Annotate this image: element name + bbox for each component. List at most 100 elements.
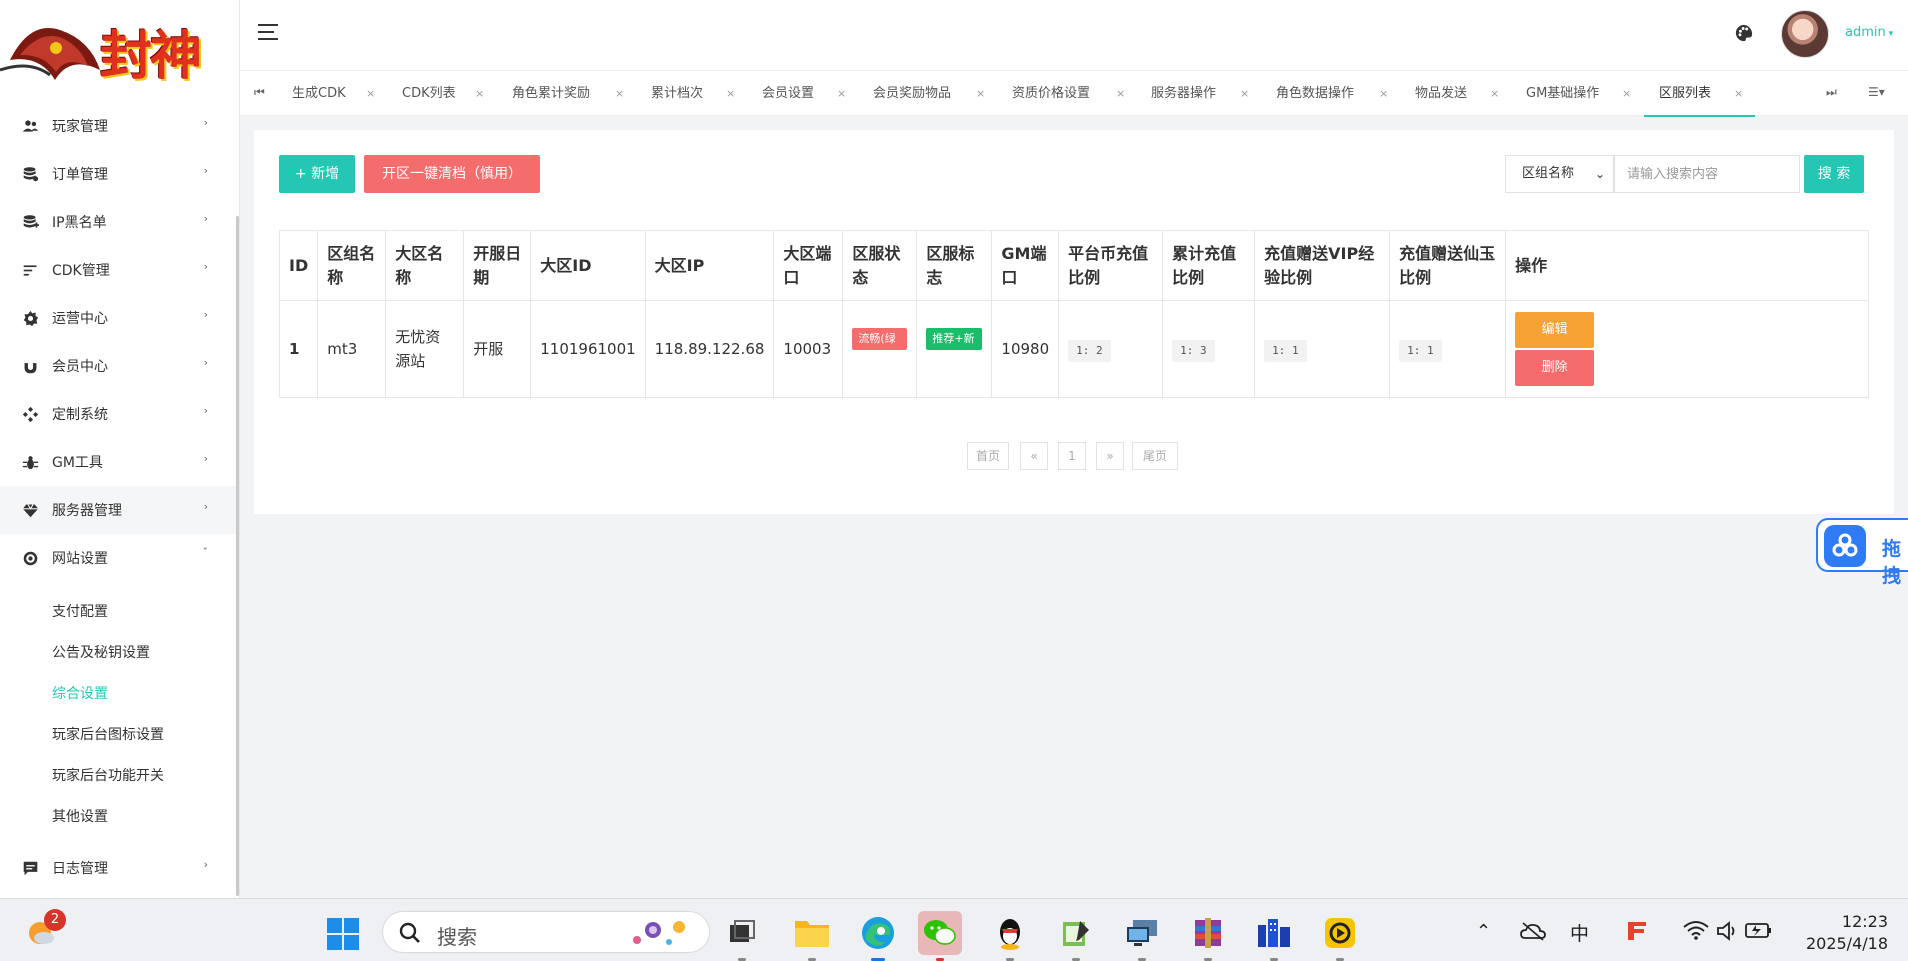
sidebar-item-logs[interactable]: 日志管理 › bbox=[0, 844, 238, 892]
submenu-item-general[interactable]: 综合设置 bbox=[52, 683, 108, 703]
close-icon[interactable]: × bbox=[837, 71, 846, 116]
tab-menu-icon[interactable]: ☰▾ bbox=[1868, 85, 1885, 99]
tab-role-data-operations[interactable]: 角色数据操作 × bbox=[1276, 71, 1388, 116]
battery-icon[interactable] bbox=[1744, 920, 1774, 940]
taskbar-app-notepad[interactable] bbox=[1054, 911, 1098, 961]
submenu-item-announcement[interactable]: 公告及秘钥设置 bbox=[52, 642, 150, 662]
delete-button[interactable]: 删除 bbox=[1515, 350, 1595, 386]
cell-gm-port: 10980 bbox=[991, 300, 1060, 398]
col-header: 区服标志 bbox=[916, 230, 993, 301]
clear-archive-button[interactable]: 开区一键清档（慎用） bbox=[364, 155, 540, 193]
clock[interactable]: 12:23 2025/4/18 bbox=[1800, 911, 1888, 955]
onedrive-icon[interactable] bbox=[1520, 921, 1546, 941]
sidebar-item-players[interactable]: 玩家管理 › bbox=[0, 102, 238, 150]
sidebar-item-orders[interactable]: 订单管理 › bbox=[0, 150, 238, 198]
tab-server-list[interactable]: 区服列表 × bbox=[1659, 71, 1743, 116]
tray-expand-icon[interactable]: ⌃ bbox=[1476, 921, 1491, 942]
taskbar: 2 搜索 ⌃ 中 12:23 2025/4/18 bbox=[0, 898, 1908, 961]
tab-item-send[interactable]: 物品发送 × bbox=[1415, 71, 1499, 116]
submenu-item-player-icons[interactable]: 玩家后台图标设置 bbox=[52, 724, 164, 744]
add-button[interactable]: + 新增 bbox=[279, 155, 355, 193]
wps-icon[interactable] bbox=[1624, 918, 1650, 944]
tab-scroll-left-icon[interactable]: ⏮ bbox=[254, 85, 265, 100]
sidebar: 封神 玩家管理 › 订单管理 › IP黑名单 › CDK管理 › 运营中心 › bbox=[0, 0, 240, 898]
sidebar-item-ip-blacklist[interactable]: IP黑名单 › bbox=[0, 198, 238, 246]
volume-icon[interactable] bbox=[1716, 920, 1740, 942]
avatar[interactable] bbox=[1781, 10, 1829, 58]
taskbar-search[interactable]: 搜索 bbox=[382, 911, 710, 953]
sidebar-item-label: 网站设置 bbox=[52, 551, 108, 567]
taskbar-app-building[interactable] bbox=[1252, 911, 1296, 961]
taskbar-app-qq[interactable] bbox=[988, 911, 1032, 961]
menu-toggle-icon[interactable] bbox=[258, 24, 278, 40]
search-icon bbox=[399, 922, 420, 943]
page-next-button[interactable]: » bbox=[1096, 442, 1124, 470]
close-icon[interactable]: × bbox=[615, 71, 624, 116]
close-icon[interactable]: × bbox=[475, 71, 484, 116]
close-icon[interactable]: × bbox=[1240, 71, 1249, 116]
ime-indicator[interactable]: 中 bbox=[1570, 919, 1589, 946]
page-first-button[interactable]: 首页 bbox=[967, 442, 1009, 470]
ratio-badge: 1: 2 bbox=[1068, 339, 1111, 362]
taskbar-app-winrar[interactable] bbox=[1186, 911, 1230, 961]
tab-label: 生成CDK bbox=[292, 86, 346, 101]
close-icon[interactable]: × bbox=[1734, 71, 1743, 116]
sidebar-item-server-management[interactable]: 服务器管理 › bbox=[0, 486, 239, 534]
tab-scroll-right-icon[interactable]: ⏭ bbox=[1826, 85, 1837, 100]
page-last-button[interactable]: 尾页 bbox=[1132, 442, 1178, 470]
chevron-right-icon: › bbox=[203, 260, 208, 273]
page-prev-button[interactable]: « bbox=[1020, 442, 1048, 470]
submenu-item-other[interactable]: 其他设置 bbox=[52, 806, 108, 826]
tab-gm-basic[interactable]: GM基础操作 × bbox=[1526, 71, 1631, 116]
close-icon[interactable]: × bbox=[366, 71, 375, 116]
edit-button[interactable]: 编辑 bbox=[1515, 312, 1595, 348]
close-icon[interactable]: × bbox=[1622, 71, 1631, 116]
sidebar-item-label: 订单管理 bbox=[52, 167, 108, 183]
sidebar-item-gm-tools[interactable]: GM工具 › bbox=[0, 438, 238, 486]
submenu-item-payment[interactable]: 支付配置 bbox=[52, 601, 108, 621]
close-icon[interactable]: × bbox=[1379, 71, 1388, 116]
sidebar-scrollbar[interactable] bbox=[236, 216, 239, 896]
close-icon[interactable]: × bbox=[976, 71, 985, 116]
tab-member-reward-items[interactable]: 会员奖励物品 × bbox=[873, 71, 985, 116]
sidebar-item-custom-system[interactable]: 定制系统 › bbox=[0, 390, 238, 438]
user-menu[interactable]: admin ▾ bbox=[1845, 25, 1893, 40]
search-button[interactable]: 搜 索 bbox=[1804, 155, 1864, 193]
sidebar-item-label: 运营中心 bbox=[52, 311, 108, 327]
tab-qualification-price[interactable]: 资质价格设置 × bbox=[1012, 71, 1125, 116]
windows-start-icon[interactable] bbox=[326, 917, 360, 951]
col-header: GM端口 bbox=[991, 230, 1060, 301]
wifi-icon[interactable] bbox=[1682, 919, 1710, 941]
palette-icon[interactable] bbox=[1735, 24, 1753, 42]
tab-role-rewards[interactable]: 角色累计奖励 × bbox=[512, 71, 624, 116]
sidebar-item-cdk[interactable]: CDK管理 › bbox=[0, 246, 238, 294]
submenu-item-player-switches[interactable]: 玩家后台功能开关 bbox=[52, 765, 164, 785]
drag-widget[interactable]: 拖拽 bbox=[1816, 518, 1908, 587]
sidebar-item-members[interactable]: 会员中心 › bbox=[0, 342, 238, 390]
tab-cdk-list[interactable]: CDK列表 × bbox=[402, 71, 484, 116]
sidebar-item-operations[interactable]: 运营中心 › bbox=[0, 294, 238, 342]
gem-icon bbox=[21, 501, 39, 519]
taskbar-app-explorer[interactable] bbox=[790, 911, 834, 961]
cell-open-date: 开服 bbox=[463, 300, 532, 398]
search-field-select[interactable]: 区组名称 ⌄ bbox=[1505, 155, 1614, 193]
chevron-right-icon: › bbox=[203, 356, 208, 369]
close-icon[interactable]: × bbox=[1490, 71, 1499, 116]
taskbar-app-taskview[interactable] bbox=[720, 911, 764, 961]
page-number-button[interactable]: 1 bbox=[1058, 442, 1086, 470]
close-icon[interactable]: × bbox=[726, 71, 735, 116]
sidebar-item-site-settings[interactable]: 网站设置 ˇ bbox=[0, 534, 238, 582]
content-card: + 新增 开区一键清档（慎用） 区组名称 ⌄ 搜 索 ID 区组名称 大区名称 开… bbox=[254, 130, 1894, 514]
tab-server-operations[interactable]: 服务器操作 × bbox=[1151, 71, 1249, 116]
table-row: 1 mt3 无忧资源站 开服 1101961001 118.89.122.68 … bbox=[278, 300, 1869, 398]
tab-generate-cdk[interactable]: 生成CDK × bbox=[292, 71, 375, 116]
taskbar-app-wechat[interactable] bbox=[918, 911, 962, 961]
close-icon[interactable]: × bbox=[1116, 71, 1125, 116]
tab-cumulative-tiers[interactable]: 累计档次 × bbox=[651, 71, 735, 116]
tab-member-settings[interactable]: 会员设置 × bbox=[762, 71, 846, 116]
taskbar-app-cloud-player[interactable] bbox=[1318, 911, 1362, 961]
tab-label: 资质价格设置 bbox=[1012, 86, 1091, 101]
taskbar-app-edge[interactable] bbox=[856, 911, 900, 961]
search-input[interactable] bbox=[1614, 155, 1800, 193]
taskbar-app-remote[interactable] bbox=[1120, 911, 1164, 961]
